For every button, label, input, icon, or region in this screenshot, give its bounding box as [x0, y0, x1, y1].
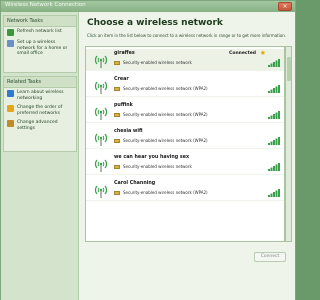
wireless-antenna-icon: [94, 53, 108, 69]
page-description: Click an item in the list below to conne…: [87, 33, 287, 38]
help-icon: [7, 90, 14, 97]
network-name: Crear: [114, 77, 129, 82]
wireless-network-window: Wireless Network Connection × Network Ta…: [0, 0, 296, 300]
related-tasks-label: Change advanced settings: [17, 120, 58, 131]
related-tasks-title: Related Tasks: [4, 77, 76, 88]
window-title: Wireless Network Connection: [5, 2, 86, 8]
related-tasks-pane: Related Tasks Learn about wireless netwo…: [3, 76, 77, 152]
wireless-antenna-icon: [94, 183, 108, 199]
related-tasks-item[interactable]: Change the order of preferred networks: [4, 103, 76, 118]
network-item[interactable]: we can hear you having sex Security-enabl…: [86, 153, 284, 175]
network-item[interactable]: giraffes Security-enabled wireless networ…: [86, 49, 284, 71]
network-tasks-pane: Network Tasks Refresh network list Set up…: [3, 15, 77, 73]
network-item[interactable]: chesia wifi Security-enabled wireless net…: [86, 127, 284, 149]
wireless-antenna-icon: [94, 79, 108, 95]
lock-icon: [114, 113, 120, 117]
network-tasks-label: Refresh network list: [17, 29, 62, 34]
main-panel: Choose a wireless network Click an item …: [79, 12, 295, 300]
lock-icon: [114, 61, 120, 65]
network-item[interactable]: Carol Channing Security-enabled wireless …: [86, 179, 284, 201]
preferred-star-icon: ★: [259, 49, 266, 57]
lock-icon: [114, 139, 120, 143]
setup-wireless-icon: [7, 40, 14, 47]
network-list-scrollbar[interactable]: [285, 46, 292, 242]
page-title: Choose a wireless network: [87, 18, 223, 28]
signal-strength-icon: [268, 182, 280, 197]
signal-strength-icon: [268, 156, 280, 171]
network-tasks-title: Network Tasks: [4, 16, 76, 27]
network-name: Carol Channing: [114, 181, 156, 186]
network-security: Security-enabled wireless network (WPA2): [123, 138, 208, 143]
settings-icon: [7, 120, 14, 127]
network-item[interactable]: Crear Security-enabled wireless network (…: [86, 75, 284, 97]
connection-status: Connected: [229, 51, 256, 56]
related-tasks-item[interactable]: Change advanced settings: [4, 118, 76, 133]
scrollbar-thumb[interactable]: [287, 57, 291, 81]
network-tasks-item[interactable]: Refresh network list: [4, 27, 76, 38]
lock-icon: [114, 191, 120, 195]
network-item[interactable]: puffink Security-enabled wireless network…: [86, 101, 284, 123]
refresh-icon: [7, 29, 14, 36]
wireless-antenna-icon: [94, 105, 108, 121]
related-tasks-item[interactable]: Learn about wireless networking: [4, 88, 76, 103]
network-name: we can hear you having sex: [114, 155, 190, 160]
network-security: Security-enabled wireless network (WPA2): [123, 86, 208, 91]
wireless-antenna-icon: [94, 157, 108, 173]
network-security: Security-enabled wireless network (WPA2): [123, 112, 208, 117]
wireless-antenna-icon: [94, 131, 108, 147]
star-icon: [7, 105, 14, 112]
side-panel: Network Tasks Refresh network list Set up…: [1, 12, 79, 300]
lock-icon: [114, 165, 120, 169]
related-tasks-label: Learn about wireless networking: [17, 90, 64, 101]
network-name: giraffes: [114, 51, 135, 56]
network-security: Security-enabled wireless network: [123, 60, 192, 65]
lock-icon: [114, 87, 120, 91]
close-button[interactable]: ×: [278, 2, 292, 11]
network-tasks-item[interactable]: Set up a wireless network for a home or …: [4, 38, 76, 59]
network-name: chesia wifi: [114, 129, 143, 134]
signal-strength-icon: [268, 52, 280, 67]
related-tasks-label: Change the order of preferred networks: [17, 105, 63, 116]
signal-strength-icon: [268, 130, 280, 145]
signal-strength-icon: [268, 104, 280, 119]
network-list[interactable]: giraffes Security-enabled wireless networ…: [85, 46, 285, 242]
signal-strength-icon: [268, 78, 280, 93]
network-security: Security-enabled wireless network: [123, 164, 192, 169]
network-tasks-label: Set up a wireless network for a home or …: [17, 40, 68, 56]
connect-button[interactable]: Connect: [254, 252, 286, 262]
network-security: Security-enabled wireless network (WPA2): [123, 190, 208, 195]
title-bar[interactable]: Wireless Network Connection ×: [1, 1, 295, 12]
network-name: puffink: [114, 103, 133, 108]
